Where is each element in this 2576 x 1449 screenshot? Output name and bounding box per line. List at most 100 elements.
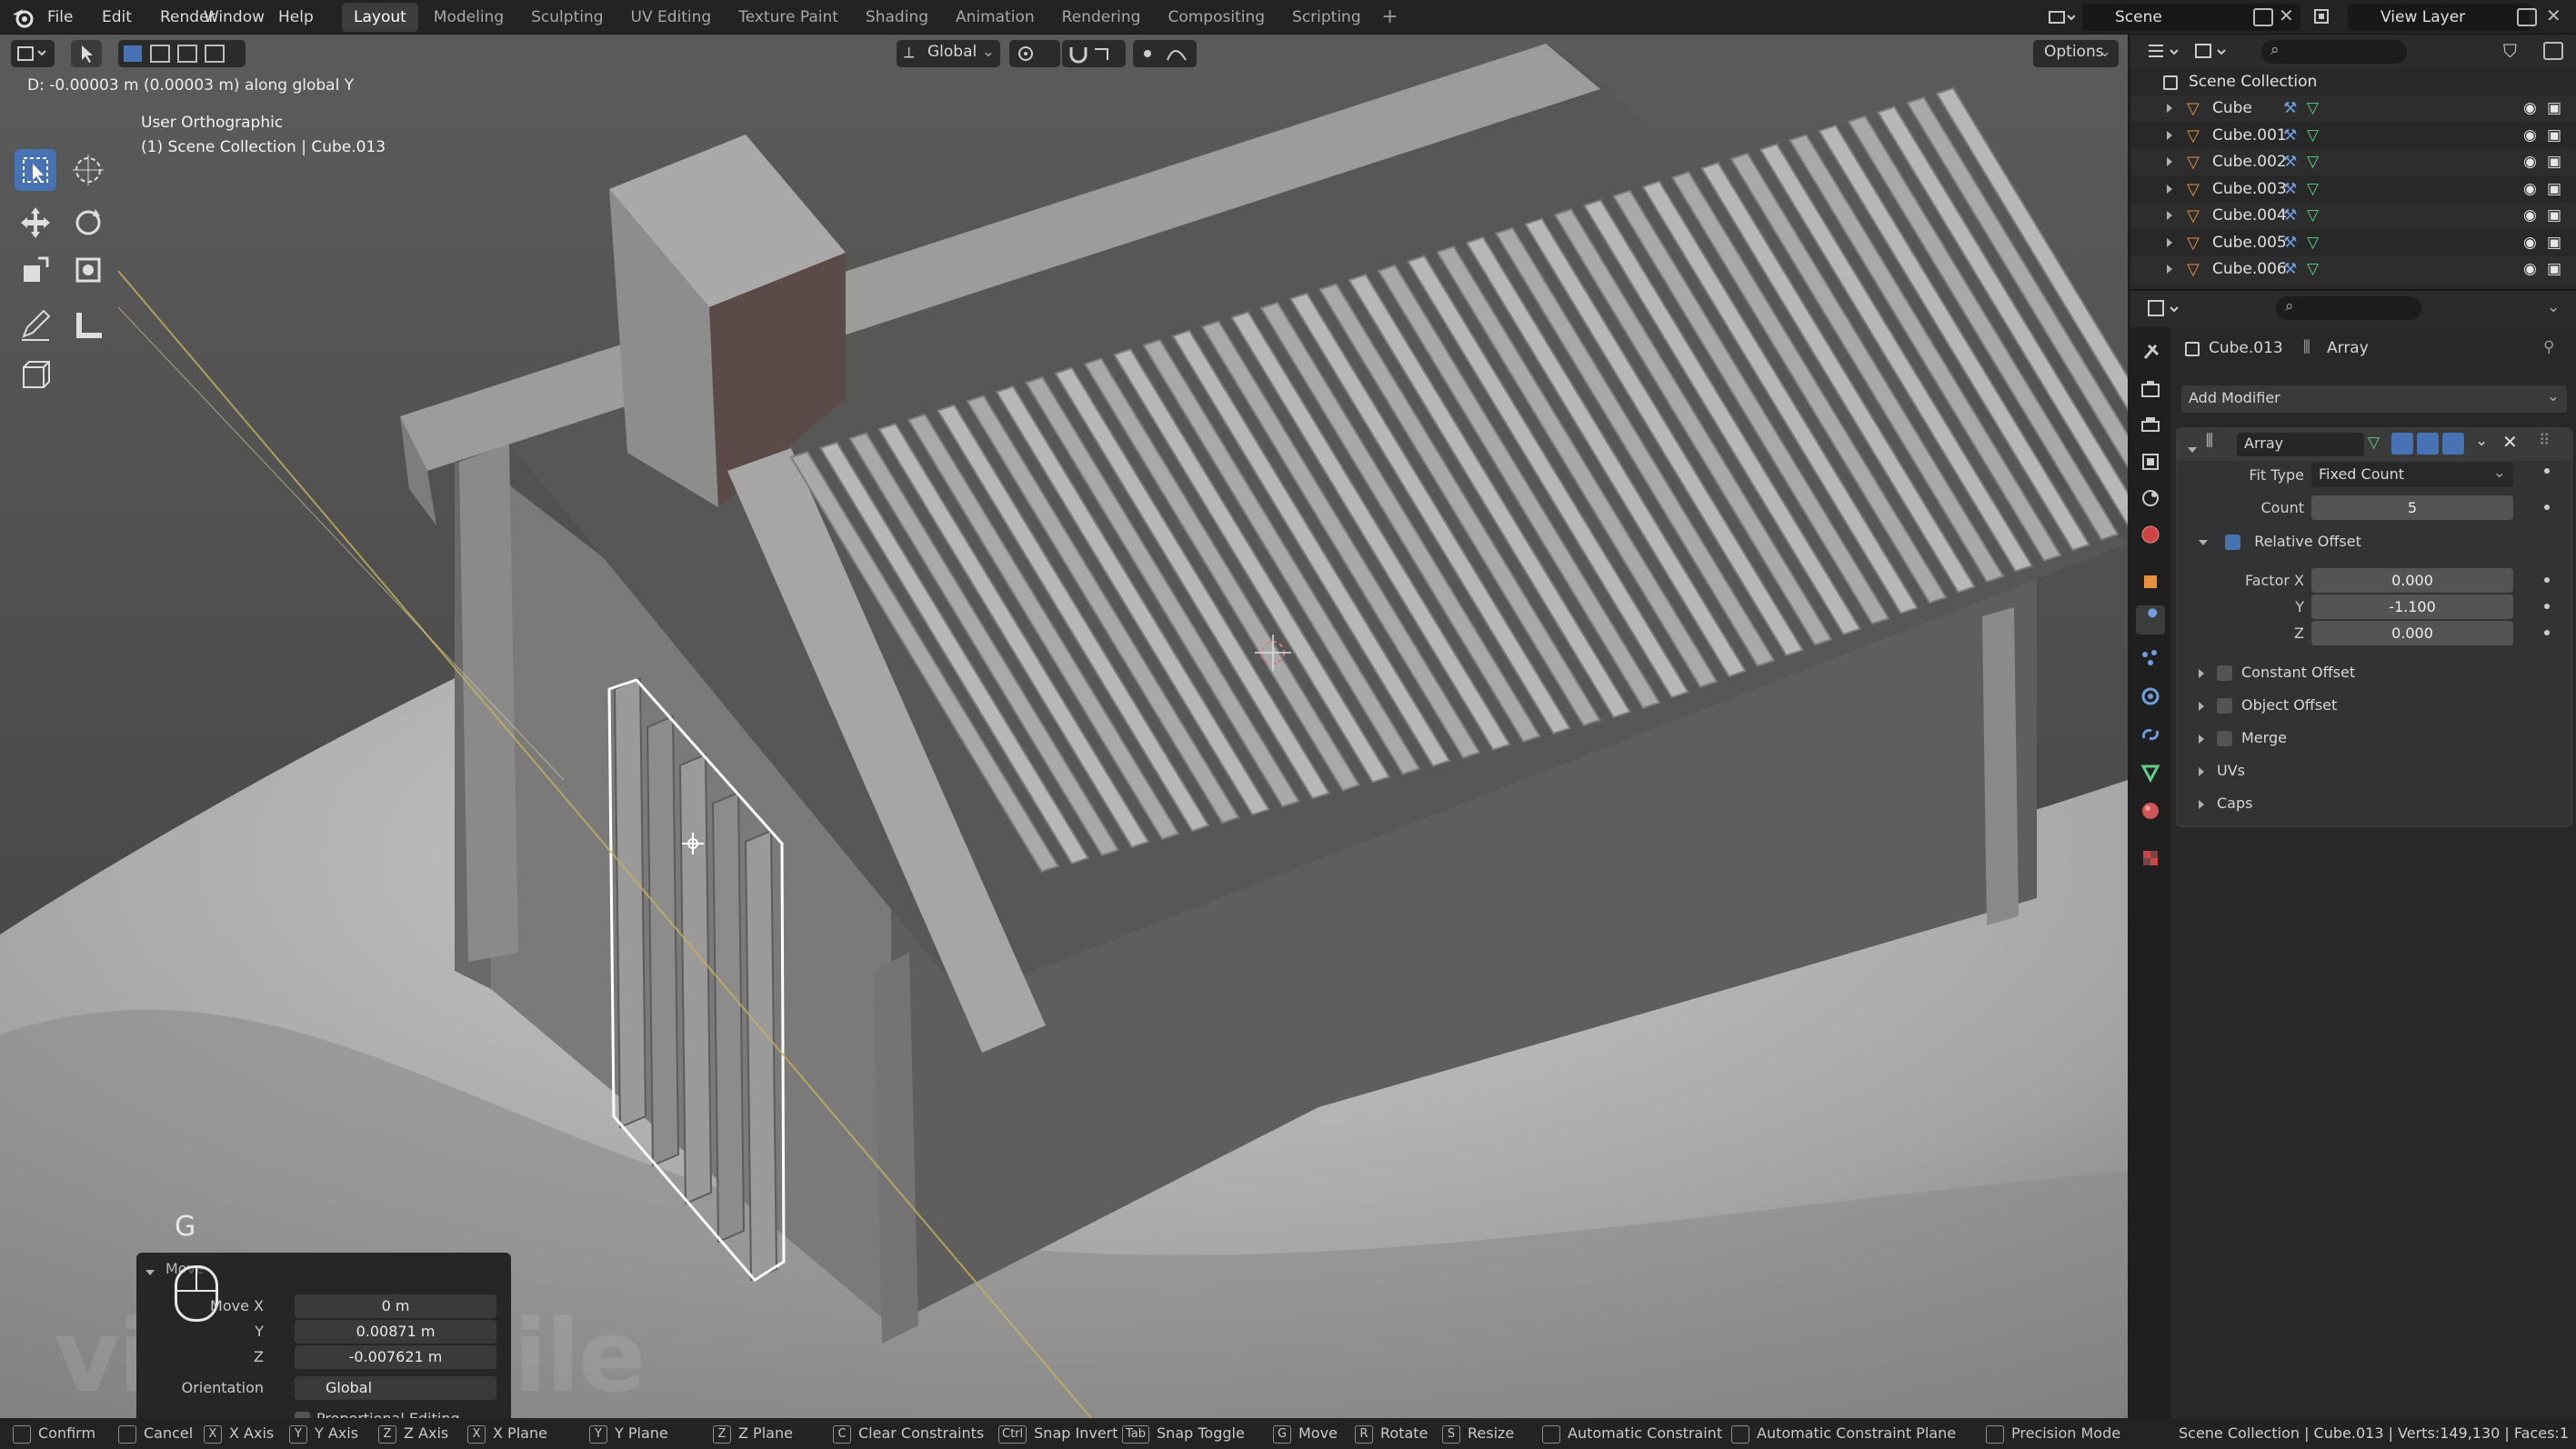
- keyframe-dot-icon[interactable]: [2544, 505, 2550, 510]
- move-y-field[interactable]: 0.00871 m: [295, 1320, 496, 1344]
- merge-checkbox[interactable]: [2217, 731, 2232, 746]
- mesh-data-icon[interactable]: ▽: [2307, 149, 2319, 175]
- filter-icon[interactable]: ⛉: [2503, 40, 2517, 62]
- keyframe-dot-icon[interactable]: [2544, 604, 2550, 609]
- expand-icon[interactable]: [2167, 256, 2185, 283]
- eye-icon[interactable]: ◉: [2523, 149, 2537, 175]
- outliner-item[interactable]: ▽ Cube.004 ⚒ ▽ ◉ ▣: [2130, 203, 2576, 229]
- chevron-down-icon[interactable]: ⌄: [2547, 298, 2560, 316]
- scene-type-icon[interactable]: [2048, 7, 2076, 27]
- new-scene-icon[interactable]: [2253, 8, 2273, 26]
- outliner-root-row[interactable]: Scene Collection: [2130, 69, 2576, 95]
- eye-icon[interactable]: ◉: [2523, 256, 2537, 283]
- blender-logo-icon[interactable]: [11, 5, 36, 29]
- object-offset-subpanel[interactable]: Object Offset: [2199, 692, 2337, 719]
- expand-icon[interactable]: [2167, 123, 2185, 149]
- data-tab[interactable]: [2136, 758, 2165, 787]
- tool-tab[interactable]: [2136, 336, 2165, 365]
- expand-icon[interactable]: [2167, 95, 2185, 122]
- tool-move[interactable]: [15, 202, 56, 244]
- fit-type-dropdown[interactable]: Fixed Count ⌄: [2311, 463, 2513, 487]
- delete-view-layer-icon[interactable]: ✕: [2546, 5, 2561, 26]
- modifier-wrench-icon[interactable]: ⚒: [2283, 123, 2297, 149]
- selection-mode-buttons[interactable]: [118, 40, 246, 67]
- constraints-tab[interactable]: [2136, 720, 2165, 749]
- modifier-wrench-icon[interactable]: ⚒: [2283, 176, 2297, 203]
- tool-add-cube[interactable]: [15, 355, 56, 396]
- tab-layout[interactable]: Layout: [342, 3, 418, 32]
- physics-tab[interactable]: [2136, 682, 2165, 711]
- realtime-display-icon[interactable]: [2417, 433, 2439, 455]
- tab-scripting[interactable]: Scripting: [1280, 3, 1373, 32]
- camera-icon[interactable]: ▣: [2547, 256, 2561, 283]
- camera-icon[interactable]: ▣: [2547, 95, 2561, 122]
- modifier-wrench-icon[interactable]: ⚒: [2283, 95, 2297, 122]
- orientation-dropdown[interactable]: Global: [295, 1376, 496, 1400]
- outliner-item[interactable]: ▽ Cube.005 ⚒ ▽ ◉ ▣: [2130, 230, 2576, 256]
- show-on-cage-icon[interactable]: ▽: [2368, 434, 2380, 452]
- move-z-field[interactable]: -0.007621 m: [295, 1345, 496, 1369]
- texture-tab[interactable]: [2136, 844, 2165, 873]
- factor-z-field[interactable]: 0.000: [2311, 621, 2513, 645]
- render-tab[interactable]: [2136, 375, 2165, 404]
- display-mode-icon[interactable]: [2194, 42, 2230, 62]
- expand-icon[interactable]: [2167, 203, 2185, 229]
- render-camera-icon[interactable]: [2442, 433, 2464, 455]
- outliner-item[interactable]: ▽ Cube.001 ⚒ ▽ ◉ ▣: [2130, 123, 2576, 149]
- uvs-subpanel[interactable]: UVs: [2199, 757, 2245, 784]
- eye-icon[interactable]: ◉: [2523, 123, 2537, 149]
- output-tab[interactable]: [2136, 411, 2165, 440]
- outliner-item[interactable]: ▽ Cube.003 ⚒ ▽ ◉ ▣: [2130, 176, 2576, 203]
- tool-select-box[interactable]: [15, 149, 56, 191]
- outliner-item[interactable]: ▽ Cube.002 ⚒ ▽ ◉ ▣: [2130, 149, 2576, 175]
- add-workspace-button[interactable]: +: [1377, 3, 1404, 32]
- modifier-menu-chevron-icon[interactable]: ⌄: [2475, 432, 2488, 450]
- properties-editor-type-icon[interactable]: [2147, 298, 2183, 320]
- particles-tab[interactable]: [2136, 644, 2165, 673]
- expand-icon[interactable]: [2167, 149, 2185, 175]
- tool-rotate[interactable]: [67, 202, 109, 244]
- modifier-wrench-icon[interactable]: ⚒: [2283, 256, 2297, 283]
- tab-shading[interactable]: Shading: [854, 3, 940, 32]
- pin-icon[interactable]: ⚲: [2543, 338, 2554, 356]
- close-icon[interactable]: ✕: [2502, 431, 2518, 453]
- properties-search-input[interactable]: ⌕: [2276, 296, 2421, 320]
- eye-icon[interactable]: ◉: [2523, 203, 2537, 229]
- select-tool-header-button[interactable]: [71, 40, 102, 67]
- keyframe-dot-icon[interactable]: [2544, 577, 2550, 583]
- outliner-item[interactable]: ▽ Cube.006 ⚒ ▽ ◉ ▣: [2130, 256, 2576, 283]
- 3d-scene-render[interactable]: [0, 35, 2128, 1418]
- eye-icon[interactable]: ◉: [2523, 95, 2537, 122]
- mesh-data-icon[interactable]: ▽: [2307, 230, 2319, 256]
- outliner-search-input[interactable]: ⌕: [2261, 40, 2407, 64]
- mesh-data-icon[interactable]: ▽: [2307, 95, 2319, 122]
- camera-icon[interactable]: ▣: [2547, 123, 2561, 149]
- view-layer-icon[interactable]: [2313, 7, 2340, 27]
- object-offset-checkbox[interactable]: [2217, 698, 2232, 714]
- mesh-data-icon[interactable]: ▽: [2307, 176, 2319, 203]
- view-layer-selector[interactable]: View Layer: [2348, 4, 2530, 31]
- material-tab[interactable]: [2136, 796, 2165, 825]
- tab-compositing[interactable]: Compositing: [1156, 3, 1277, 32]
- relative-offset-checkbox[interactable]: [2225, 535, 2241, 550]
- modifier-wrench-icon[interactable]: ⚒: [2283, 230, 2297, 256]
- tool-annotate[interactable]: [15, 304, 56, 345]
- new-collection-icon[interactable]: [2543, 42, 2563, 60]
- scene-tab[interactable]: [2136, 484, 2165, 513]
- tool-transform[interactable]: [67, 249, 109, 291]
- transform-orientation-dropdown[interactable]: ⟂ Global ⌄: [897, 40, 1000, 67]
- modifier-name-field[interactable]: Array: [2237, 433, 2364, 456]
- outliner-item[interactable]: ▽ Cube ⚒ ▽ ◉ ▣: [2130, 95, 2576, 122]
- snap-dropdown[interactable]: [1062, 40, 1126, 67]
- options-dropdown[interactable]: Options ⌄: [2033, 40, 2119, 67]
- delete-scene-icon[interactable]: ✕: [2279, 5, 2294, 26]
- new-view-layer-icon[interactable]: [2517, 8, 2537, 26]
- outliner-editor-type-icon[interactable]: [2147, 42, 2183, 62]
- mesh-data-icon[interactable]: ▽: [2307, 256, 2319, 283]
- tab-rendering[interactable]: Rendering: [1050, 3, 1153, 32]
- mesh-data-icon[interactable]: ▽: [2307, 123, 2319, 149]
- camera-icon[interactable]: ▣: [2547, 149, 2561, 175]
- merge-subpanel[interactable]: Merge: [2199, 724, 2287, 752]
- tab-modeling[interactable]: Modeling: [422, 3, 516, 32]
- tool-scale[interactable]: [15, 249, 56, 291]
